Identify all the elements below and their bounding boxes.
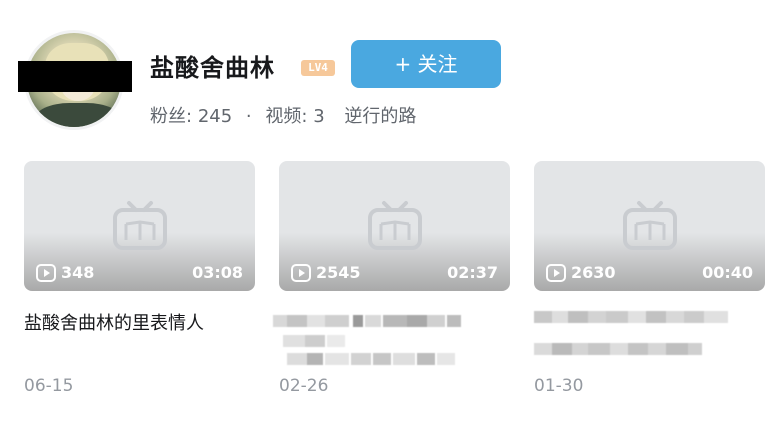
play-count: 2545 bbox=[291, 263, 361, 282]
play-count-value: 2545 bbox=[316, 263, 361, 282]
video-thumbnail[interactable]: 2630 00:40 bbox=[534, 161, 765, 291]
username[interactable]: 盐酸舍曲林 bbox=[150, 48, 275, 83]
play-count-icon bbox=[546, 263, 566, 282]
video-date: 01-30 bbox=[534, 376, 584, 396]
video-duration: 00:40 bbox=[702, 263, 753, 282]
video-title-pixelated[interactable] bbox=[273, 311, 483, 375]
fans-count: 245 bbox=[197, 106, 233, 127]
play-count-value: 348 bbox=[61, 263, 95, 282]
tv-placeholder-icon bbox=[368, 201, 422, 250]
play-count: 348 bbox=[36, 263, 94, 282]
video-thumbnail[interactable]: 348 03:08 bbox=[24, 161, 255, 291]
video-duration: 03:08 bbox=[192, 263, 243, 282]
video-card[interactable]: 2545 02:37 02-26 bbox=[273, 161, 510, 396]
video-card[interactable]: 2630 00:40 01-30 bbox=[534, 161, 765, 396]
tv-placeholder-icon bbox=[623, 201, 677, 250]
play-count: 2630 bbox=[546, 263, 616, 282]
redaction-bar bbox=[18, 61, 132, 92]
video-date: 02-26 bbox=[279, 376, 329, 396]
user-stats: 粉丝: 245 · 视频: 3 逆行的路 bbox=[150, 102, 416, 128]
stats-separator: · bbox=[245, 106, 252, 127]
tv-placeholder-icon bbox=[113, 201, 167, 250]
videos-label: 视频: bbox=[265, 106, 308, 127]
video-duration: 02:37 bbox=[447, 263, 498, 282]
video-date: 06-15 bbox=[24, 376, 74, 396]
play-count-icon bbox=[291, 263, 311, 282]
level-badge: LV4 bbox=[301, 60, 335, 76]
video-thumbnail[interactable]: 2545 02:37 bbox=[279, 161, 510, 291]
avatar-coat bbox=[35, 103, 121, 127]
follow-button[interactable]: + 关注 bbox=[351, 40, 501, 88]
play-count-value: 2630 bbox=[571, 263, 616, 282]
play-count-icon bbox=[36, 263, 56, 282]
videos-count: 3 bbox=[313, 106, 325, 127]
video-title[interactable]: 盐酸舍曲林的里表情人 bbox=[24, 308, 224, 340]
signature: 逆行的路 bbox=[344, 106, 417, 127]
video-card[interactable]: 348 03:08 盐酸舍曲林的里表情人 06-15 bbox=[24, 161, 255, 396]
fans-label: 粉丝: bbox=[150, 106, 193, 127]
video-title-pixelated[interactable] bbox=[528, 311, 738, 375]
